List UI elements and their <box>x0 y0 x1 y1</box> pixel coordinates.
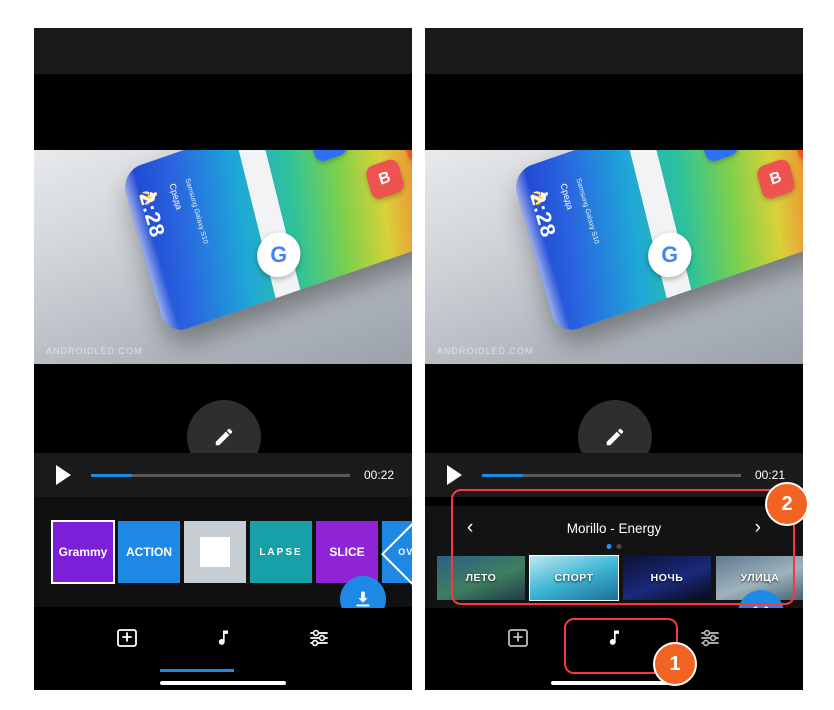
tab-add-media-right[interactable] <box>498 621 538 655</box>
app-icon-facebook: f <box>307 150 350 164</box>
mock-device: Samsung Galaxy S10 <box>574 177 600 245</box>
phone-screen-right: 🍌 2:28 Среда Samsung Galaxy S10 G f ▶ B … <box>425 28 803 690</box>
tab-music-left[interactable] <box>203 621 243 655</box>
download-icon <box>356 591 370 607</box>
music-note-icon <box>609 630 619 645</box>
genre-label: СПОРТ <box>554 572 594 584</box>
music-track-title: Morillo - Energy <box>566 520 662 536</box>
mock-device: Samsung Galaxy S10 <box>183 177 209 245</box>
player-controls-right: 00:21 <box>425 453 803 497</box>
genre-item-sport[interactable]: СПОРТ <box>529 555 619 601</box>
theme-item-label: OVER <box>398 547 412 557</box>
phone-white-band <box>622 150 694 308</box>
toolbar-items-right <box>425 616 803 660</box>
annotation-badge-2: 2 <box>765 482 809 526</box>
seek-bar-fill <box>91 473 133 477</box>
add-media-icon <box>117 629 137 647</box>
tab-adjust-right[interactable] <box>690 621 730 655</box>
play-icon[interactable] <box>447 465 462 485</box>
pencil-icon <box>606 428 624 446</box>
bottom-toolbar-left <box>34 608 412 690</box>
theme-item-label: ACTION <box>126 545 172 559</box>
watermark: ANDROIDLED.COM <box>437 346 534 356</box>
toolbar-items-left <box>34 616 412 660</box>
watermark: ANDROIDLED.COM <box>46 346 143 356</box>
home-indicator-right <box>551 681 677 685</box>
video-preview-left[interactable]: 🍌 2:28 Среда Samsung Galaxy S10 G f ▶ B … <box>34 150 412 364</box>
app-icon-misc: ● <box>791 150 803 163</box>
music-track-header: ‹ Morillo - Energy › <box>425 506 803 550</box>
music-note-icon <box>218 630 228 645</box>
bottom-toolbar-right <box>425 608 803 690</box>
app-icon-store: B <box>755 157 797 202</box>
player-controls-left: 00:22 <box>34 453 412 497</box>
play-icon[interactable] <box>56 465 71 485</box>
genre-label: ЛЕТО <box>465 572 497 584</box>
theme-item-label: Grammy <box>58 545 108 559</box>
video-preview-right[interactable]: 🍌 2:28 Среда Samsung Galaxy S10 G f ▶ B … <box>425 150 803 364</box>
duration-label-right: 00:21 <box>754 468 785 482</box>
pager-dot <box>616 544 622 549</box>
duration-label-left: 00:22 <box>363 468 394 482</box>
seek-bar-left[interactable] <box>91 473 350 477</box>
mock-date: Среда <box>558 182 576 211</box>
pager-dot <box>606 544 612 549</box>
theme-item-over[interactable]: OVER <box>381 520 412 588</box>
theme-item-grammy[interactable]: Grammy <box>51 520 115 584</box>
mock-date: Среда <box>167 182 185 211</box>
white-square-icon <box>200 537 230 567</box>
theme-item-action[interactable]: ACTION <box>118 521 180 583</box>
app-icon-misc: ● <box>400 150 412 163</box>
theme-item-label: SLICE <box>329 545 365 559</box>
active-tab-indicator-left <box>160 669 234 672</box>
genre-label: УЛИЦА <box>740 572 780 584</box>
add-media-icon <box>508 629 528 647</box>
tab-music-right[interactable] <box>594 621 634 655</box>
chevron-left-icon[interactable]: ‹ <box>467 517 473 539</box>
theme-item-slice[interactable]: SLICE <box>316 521 378 583</box>
music-genre-row[interactable]: ЛЕТО СПОРТ НОЧЬ УЛИЦА <box>425 555 803 601</box>
pencil-icon <box>215 428 233 446</box>
theme-item-lapse[interactable]: LAPSE <box>250 521 312 583</box>
app-icon-facebook: f <box>698 150 741 164</box>
chevron-right-icon[interactable]: › <box>755 517 761 539</box>
theme-item-blank[interactable] <box>184 521 246 583</box>
pager-dots <box>606 544 622 549</box>
tab-add-media-left[interactable] <box>107 621 147 655</box>
annotation-badge-1: 1 <box>653 642 697 686</box>
genre-item-leto[interactable]: ЛЕТО <box>437 556 525 600</box>
phone-screen-left: 🍌 2:28 Среда Samsung Galaxy S10 G f ▶ B … <box>34 28 412 690</box>
phone-white-band <box>231 150 303 308</box>
theme-item-label: LAPSE <box>259 546 303 558</box>
tab-adjust-left[interactable] <box>299 621 339 655</box>
seek-bar-fill <box>482 473 524 477</box>
home-indicator-left <box>160 681 286 685</box>
sliders-icon <box>310 629 328 647</box>
app-topbar-left <box>34 28 412 74</box>
app-icon-store: B <box>364 157 406 202</box>
sliders-icon <box>701 629 719 647</box>
app-topbar-right <box>425 28 803 74</box>
seek-bar-right[interactable] <box>482 473 741 477</box>
genre-item-noch[interactable]: НОЧЬ <box>623 556 711 600</box>
screenshot-root: 🍌 2:28 Среда Samsung Galaxy S10 G f ▶ B … <box>0 0 834 710</box>
genre-label: НОЧЬ <box>650 572 684 584</box>
